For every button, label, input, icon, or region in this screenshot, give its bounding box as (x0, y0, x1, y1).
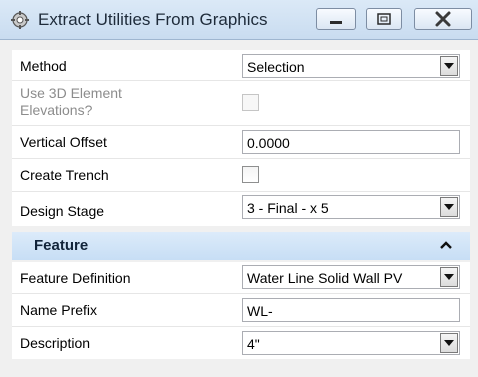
elevations-label-line2: Elevations? (20, 102, 93, 118)
design-stage-row: Design Stage 3 - Final - x 5 (12, 192, 470, 226)
chevron-down-icon (444, 340, 454, 346)
feature-definition-dropdown-button[interactable] (440, 267, 458, 287)
chevron-down-icon (444, 63, 454, 69)
maximize-button[interactable] (366, 8, 402, 30)
design-stage-dropdown[interactable]: 3 - Final - x 5 (242, 195, 460, 219)
name-prefix-value: WL- (247, 303, 273, 319)
title-bar[interactable]: Extract Utilities From Graphics (0, 0, 478, 40)
feature-section-title: Feature (34, 237, 89, 254)
name-prefix-label: Name Prefix (20, 302, 98, 318)
chevron-up-icon[interactable] (440, 241, 452, 249)
elevations-row: Use 3D Element Elevations? (12, 81, 470, 126)
vertical-offset-row: Vertical Offset 0.0000 (12, 126, 470, 159)
design-stage-label: Design Stage (20, 203, 105, 219)
chevron-down-icon (444, 274, 454, 280)
create-trench-label: Create Trench (20, 167, 109, 183)
minimize-button[interactable] (316, 8, 356, 30)
method-label: Method (20, 58, 67, 74)
feature-definition-row: Feature Definition Water Line Solid Wall… (12, 262, 470, 294)
description-dropdown-button[interactable] (440, 333, 458, 353)
create-trench-row: Create Trench (12, 159, 470, 192)
design-stage-dropdown-button[interactable] (440, 197, 458, 217)
feature-definition-value: Water Line Solid Wall PV (247, 270, 403, 286)
chevron-down-icon (444, 204, 454, 210)
description-dropdown[interactable]: 4" (242, 331, 460, 355)
description-value: 4" (247, 336, 260, 352)
minimize-icon (330, 21, 342, 24)
vertical-offset-label: Vertical Offset (20, 134, 107, 150)
close-icon (435, 11, 451, 27)
window-title: Extract Utilities From Graphics (38, 10, 268, 29)
description-row: Description 4" (12, 327, 470, 359)
method-dropdown-button[interactable] (440, 56, 458, 76)
vertical-offset-input[interactable]: 0.0000 (242, 130, 460, 154)
method-value: Selection (247, 59, 305, 75)
close-button[interactable] (414, 8, 472, 30)
method-dropdown[interactable]: Selection (242, 54, 460, 78)
description-label: Description (20, 335, 91, 351)
method-row: Method Selection (12, 50, 470, 81)
feature-definition-label: Feature Definition (20, 270, 131, 286)
feature-definition-dropdown[interactable]: Water Line Solid Wall PV (242, 265, 460, 289)
name-prefix-row: Name Prefix WL- (12, 294, 470, 327)
elevations-checkbox[interactable] (242, 94, 259, 111)
name-prefix-input[interactable]: WL- (242, 298, 460, 322)
elevations-label-line1: Use 3D Element (20, 85, 122, 101)
vertical-offset-value: 0.0000 (247, 135, 290, 151)
feature-section-header[interactable]: Feature (12, 232, 470, 260)
create-trench-checkbox[interactable] (242, 166, 259, 183)
design-stage-value: 3 - Final - x 5 (247, 200, 329, 216)
maximize-icon (377, 13, 391, 25)
app-icon (11, 11, 29, 29)
